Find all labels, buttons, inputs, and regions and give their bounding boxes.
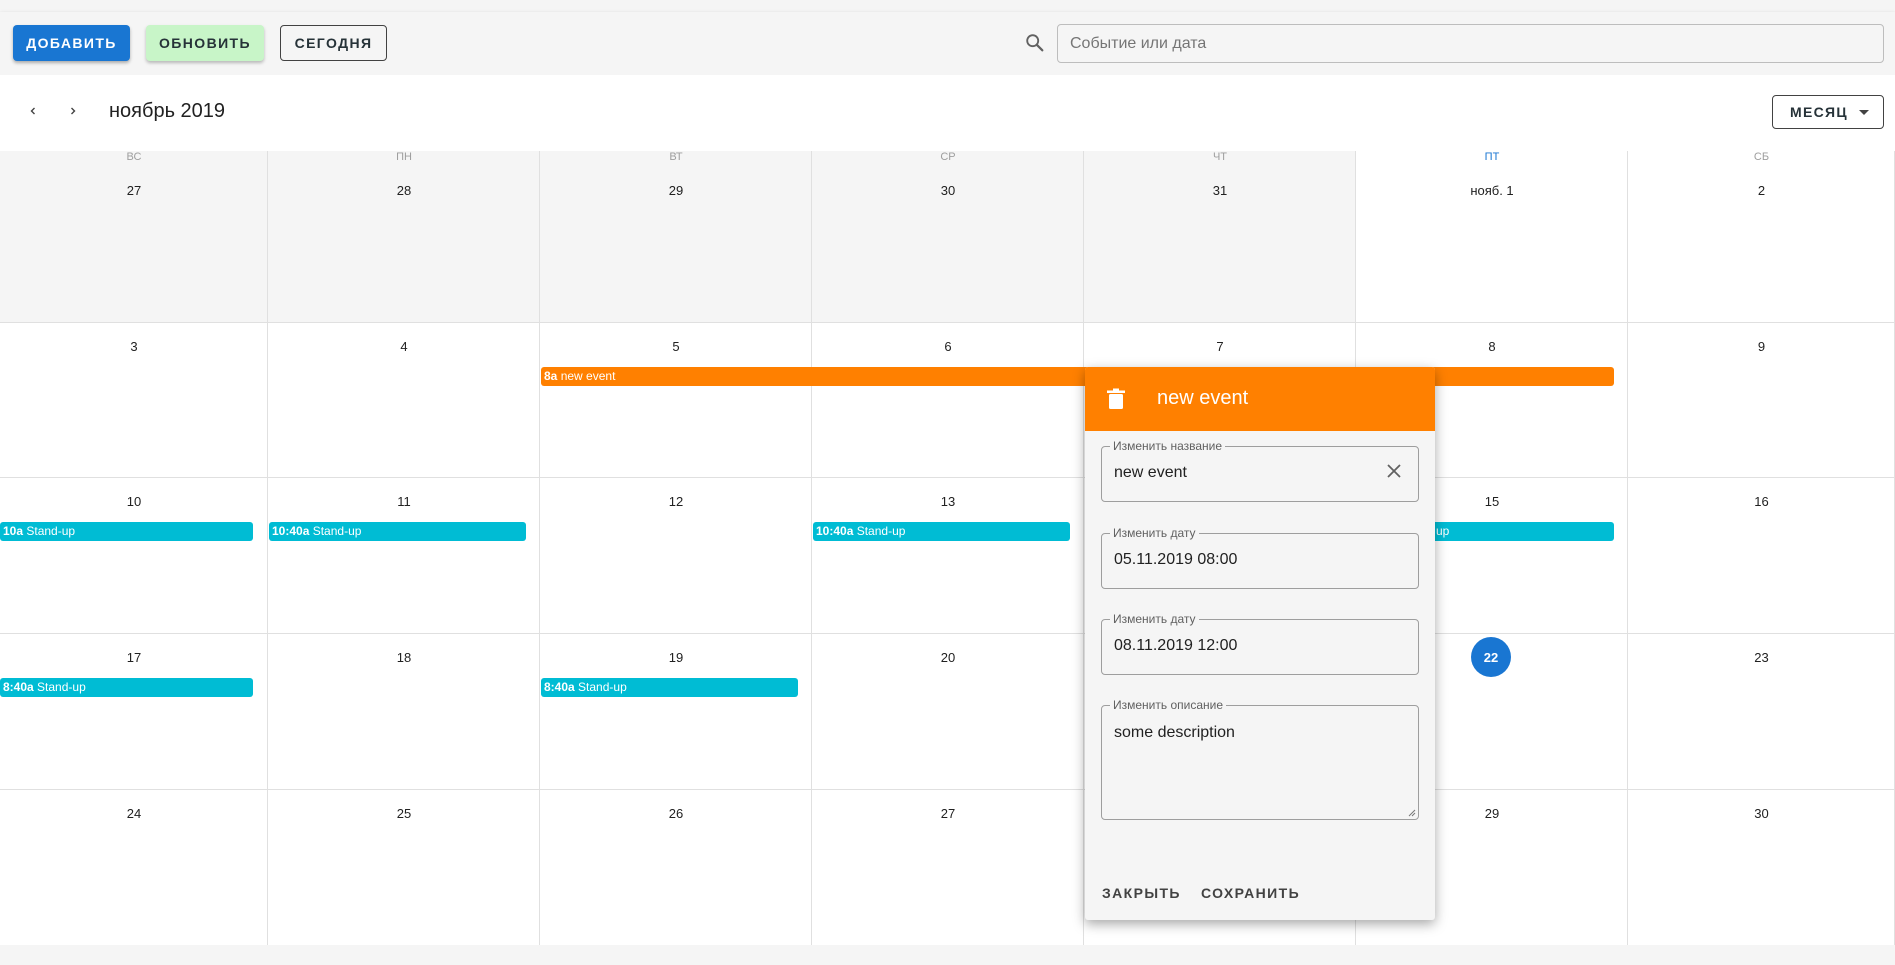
month-grid: вс пн вт ср чт пт сб 27 28 29 30 31 нояб… (0, 151, 1895, 946)
weekday-label-today: пт (1484, 151, 1500, 163)
event-time: 8:40a (544, 680, 575, 694)
day-number[interactable]: 27 (812, 806, 1084, 821)
day-number[interactable]: 18 (268, 650, 540, 665)
calendar-app: Добавить Обновить Сегодня ноябрь 2019 Ме… (0, 0, 1895, 965)
day-number[interactable]: 24 (0, 806, 268, 821)
day-number[interactable]: нояб. 1 (1356, 183, 1628, 198)
day-number[interactable]: 5 (540, 339, 812, 354)
toolbar: Добавить Обновить Сегодня (0, 12, 1895, 75)
day-number[interactable]: 12 (540, 494, 812, 509)
day-number[interactable]: 19 (540, 650, 812, 665)
event-chip[interactable]: 10a Stand-up (0, 522, 253, 541)
event-chip[interactable]: 8:40a Stand-up (541, 678, 798, 697)
event-chip[interactable]: 8a new event (541, 367, 1614, 386)
event-chip[interactable]: 8:40a Stand-up (0, 678, 253, 697)
start-date-field[interactable]: Изменить дату 05.11.2019 08:00 (1101, 526, 1419, 589)
weekday-label: ср (940, 151, 956, 163)
day-number[interactable]: 3 (0, 339, 268, 354)
name-field-label: Изменить название (1110, 439, 1226, 453)
description-value[interactable]: some description (1114, 724, 1235, 742)
close-icon[interactable] (1384, 461, 1404, 481)
chevron-left-icon[interactable] (22, 100, 44, 122)
day-number[interactable]: 29 (540, 183, 812, 198)
event-title: Stand-up (578, 680, 627, 694)
day-number[interactable]: 8 (1356, 339, 1628, 354)
day-number[interactable]: 6 (812, 339, 1084, 354)
day-number[interactable]: 26 (540, 806, 812, 821)
day-number[interactable]: 13 (812, 494, 1084, 509)
refresh-button[interactable]: Обновить (146, 25, 264, 61)
weekday-label: сб (1753, 151, 1770, 163)
end-date-value[interactable]: 08.11.2019 12:00 (1114, 637, 1237, 655)
day-number[interactable]: 30 (812, 183, 1084, 198)
day-number[interactable]: 28 (268, 183, 540, 198)
day-number[interactable]: 20 (812, 650, 1084, 665)
trash-icon[interactable] (1106, 388, 1126, 410)
day-number[interactable]: 4 (268, 339, 540, 354)
start-date-label: Изменить дату (1110, 526, 1199, 540)
event-time: 10:40a (816, 524, 854, 538)
description-field[interactable]: Изменить описание some description (1101, 698, 1419, 820)
end-date-label: Изменить дату (1110, 612, 1199, 626)
event-time: 10:40a (272, 524, 310, 538)
day-cell[interactable] (1628, 151, 1895, 323)
day-cell[interactable] (268, 151, 540, 323)
day-number[interactable]: 17 (0, 650, 268, 665)
event-chip[interactable]: 10:40a Stand-up (813, 522, 1070, 541)
day-number[interactable]: 27 (0, 183, 268, 198)
day-number[interactable]: 30 (1628, 806, 1895, 821)
search-input[interactable] (1058, 25, 1883, 62)
calendar-header: ноябрь 2019 Месяц (0, 75, 1895, 151)
day-number[interactable]: 16 (1628, 494, 1895, 509)
event-title: Stand-up (26, 524, 76, 538)
event-time: 10a (3, 524, 24, 538)
day-number[interactable]: 31 (1084, 183, 1356, 198)
weekday-label: вс (126, 151, 142, 163)
day-number[interactable]: 10 (0, 494, 268, 509)
popup-header: new event (1085, 367, 1435, 431)
caret-down-icon (1859, 110, 1869, 115)
day-number[interactable]: 11 (268, 494, 540, 509)
event-title: Stand-up (312, 524, 362, 538)
weekday-label: чт (1212, 151, 1228, 163)
view-select-label: Месяц (1790, 104, 1848, 120)
event-title: Stand-up (37, 680, 86, 694)
add-button[interactable]: Добавить (13, 25, 130, 61)
weekday-label: вт (669, 151, 683, 163)
close-button[interactable]: Закрыть (1102, 885, 1181, 901)
day-number[interactable]: 7 (1084, 339, 1356, 354)
event-time: 8:40a (3, 680, 34, 694)
end-date-field[interactable]: Изменить дату 08.11.2019 12:00 (1101, 612, 1419, 675)
day-number[interactable]: 2 (1628, 183, 1895, 198)
name-field[interactable]: Изменить название new event (1101, 439, 1419, 502)
event-chip[interactable]: 10:40a Stand-up (269, 522, 526, 541)
weekday-label: пн (396, 151, 412, 163)
search-icon (1026, 34, 1044, 52)
description-label: Изменить описание (1110, 698, 1227, 712)
popup-title: new event (1157, 387, 1249, 409)
start-date-value[interactable]: 05.11.2019 08:00 (1114, 551, 1237, 569)
chevron-right-icon[interactable] (62, 100, 84, 122)
month-title: ноябрь 2019 (109, 100, 226, 122)
event-edit-popup: new event Изменить название new event Из… (1085, 367, 1435, 920)
resize-grip-icon[interactable] (1408, 809, 1416, 817)
day-cell[interactable] (0, 151, 268, 323)
day-number[interactable]: 23 (1628, 650, 1895, 665)
day-cell[interactable] (812, 151, 1084, 323)
day-cell[interactable] (1084, 151, 1356, 323)
name-field-value[interactable]: new event (1114, 464, 1187, 482)
search-field[interactable] (1057, 24, 1884, 63)
view-select[interactable]: Месяц (1772, 95, 1884, 129)
day-number[interactable]: 25 (268, 806, 540, 821)
day-number[interactable]: 9 (1628, 339, 1895, 354)
day-cell[interactable] (540, 151, 812, 323)
day-cell[interactable] (1356, 151, 1628, 323)
event-title: new event (560, 369, 616, 383)
today-day-number[interactable]: 22 (1471, 637, 1511, 677)
event-title: Stand-up (856, 524, 906, 538)
today-button[interactable]: Сегодня (280, 25, 387, 61)
save-button[interactable]: Сохранить (1201, 885, 1300, 901)
bottom-strip (0, 945, 1895, 965)
event-time: 8a (544, 369, 558, 383)
